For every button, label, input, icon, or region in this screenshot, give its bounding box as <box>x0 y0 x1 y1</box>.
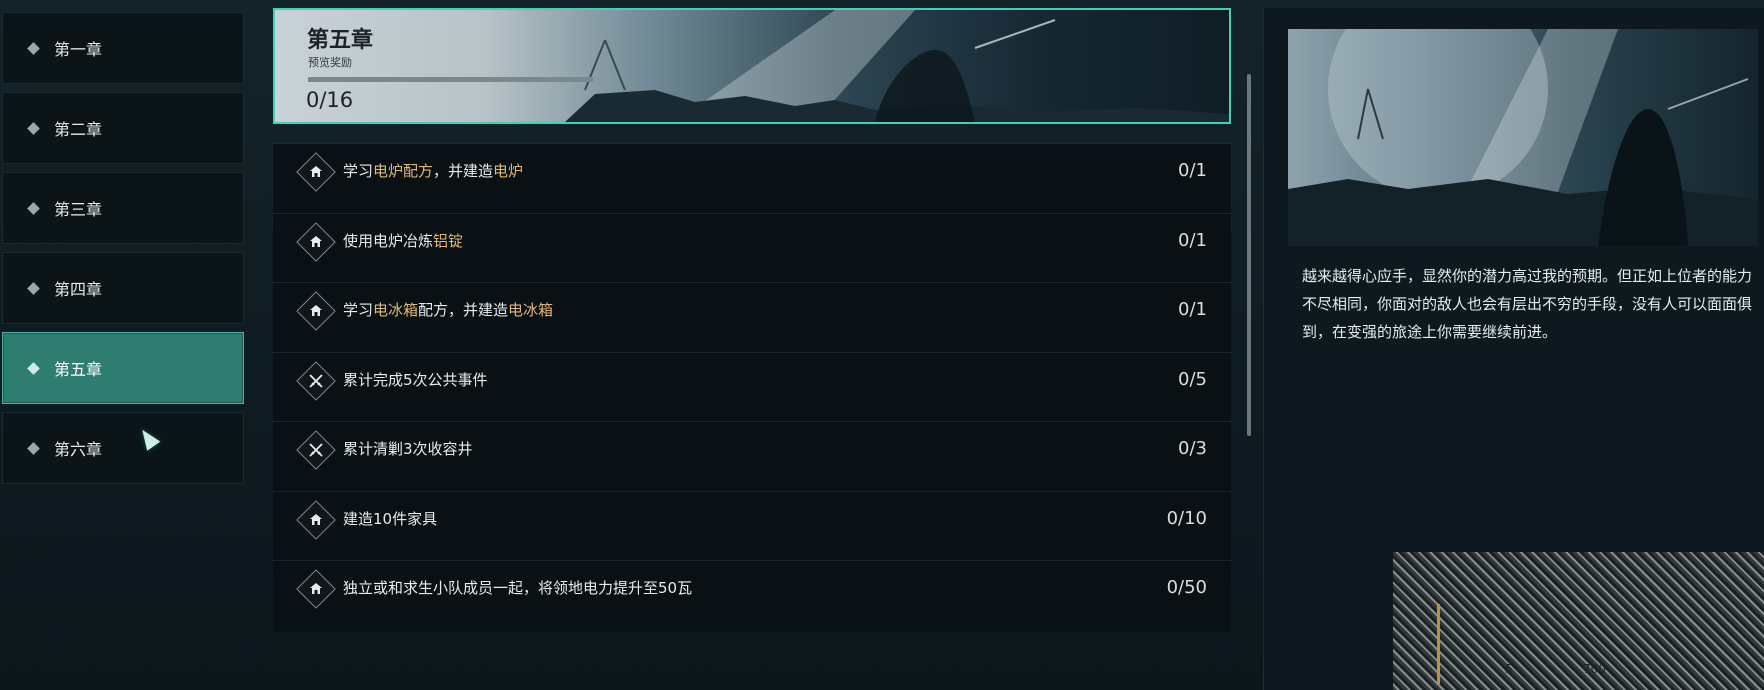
chapter-tab-3[interactable]: 第三章 <box>2 172 244 244</box>
chapter-label: 第一章 <box>54 40 103 59</box>
chapter-tab-5[interactable]: 第五章 <box>2 332 244 404</box>
chapter-illustration <box>1288 29 1758 246</box>
chapter-progress-bar <box>308 77 593 82</box>
chapter-tab-6[interactable]: 第六章 <box>2 412 244 484</box>
chapter-progress-count: 0/16 <box>306 88 354 112</box>
task-label: 独立或和求生小队成员一起，将领地电力提升至50瓦 <box>343 577 692 598</box>
chapter-label: 第二章 <box>54 120 103 139</box>
diamond-icon <box>27 121 40 135</box>
task-label-text: 配方，并建造 <box>418 301 509 319</box>
illustration-art <box>1288 29 1758 246</box>
chapter-label: 第四章 <box>54 280 103 299</box>
task-label-text: 建造10件家具 <box>343 509 438 528</box>
banner-art <box>565 10 1229 122</box>
house-icon <box>296 499 336 540</box>
task-progress: 0/3 <box>1178 438 1207 459</box>
task-label-highlight: 电冰箱 <box>508 301 554 319</box>
task-label-text: 学习 <box>343 162 374 180</box>
task-progress: 0/10 <box>1166 507 1207 529</box>
chapter-banner[interactable]: 第五章 预览奖励 0/16 <box>273 8 1231 124</box>
crossed-swords-icon <box>296 430 336 470</box>
diamond-icon <box>27 41 40 55</box>
task-row[interactable]: 学习电冰箱配方，并建造电冰箱 0/1 <box>273 282 1231 354</box>
preview-rewards-label: 预览奖励 <box>308 56 352 69</box>
chapter-label: 第五章 <box>54 360 103 379</box>
task-label-highlight: 电冰箱 <box>373 301 419 319</box>
task-label: 建造10件家具 <box>343 508 437 529</box>
chapter-story-text: 越来越得心应手，显然你的潜力高过我的预期。但正如上位者的能力不尽相同，你面对的敌… <box>1302 267 1753 341</box>
diamond-icon <box>27 281 40 295</box>
task-row[interactable]: 建造10件家具 0/10 <box>273 490 1231 563</box>
overlay-marker <box>1437 604 1440 684</box>
diamond-icon <box>27 201 40 215</box>
task-row[interactable]: 使用电炉冶炼铝锭 0/1 <box>273 212 1231 285</box>
chapter-tab-4[interactable]: 第四章 <box>2 252 244 324</box>
crossed-swords-icon <box>296 360 336 401</box>
task-label-text: 学习 <box>343 301 374 319</box>
task-progress: 0/50 <box>1166 577 1207 598</box>
task-row[interactable]: 累计完成5次公共事件 0/5 <box>273 351 1231 424</box>
overlay-number-right: 700 <box>1583 662 1606 676</box>
house-icon <box>296 569 336 609</box>
diamond-icon <box>27 441 40 455</box>
task-list-scrollbar[interactable] <box>1247 74 1251 436</box>
task-label-text: 使用电炉冶炼 <box>343 231 434 250</box>
task-label-highlight: 电炉 <box>493 162 524 180</box>
house-icon <box>296 152 336 192</box>
overlay-number-left: 5 <box>1505 662 1513 676</box>
task-label-text: ，并建造 <box>433 162 494 180</box>
task-label: 累计清剿3次收容井 <box>343 438 473 459</box>
task-row[interactable]: 独立或和求生小队成员一起，将领地电力提升至50瓦 0/50 <box>273 560 1231 632</box>
task-progress: 0/5 <box>1178 368 1207 390</box>
task-label: 学习电冰箱配方，并建造电冰箱 <box>343 299 553 320</box>
task-row[interactable]: 学习电炉配方，并建造电炉 0/1 <box>273 143 1231 215</box>
task-label-text: 累计完成5次公共事件 <box>343 370 488 389</box>
house-icon <box>296 291 336 331</box>
task-label-highlight: 电炉配方 <box>373 162 434 180</box>
censored-overlay: 5 700 <box>1393 552 1764 690</box>
chapter-title: 第五章 <box>307 28 374 53</box>
chapter-label: 第六章 <box>54 440 103 459</box>
chapter-tab-2[interactable]: 第二章 <box>2 92 244 164</box>
task-progress: 0/1 <box>1178 299 1207 320</box>
house-icon <box>296 221 336 262</box>
task-label-text: 独立或和求生小队成员一起，将领地电力提升至50瓦 <box>343 579 693 597</box>
task-progress: 0/1 <box>1178 229 1207 251</box>
chapter-tab-1[interactable]: 第一章 <box>2 12 244 84</box>
task-row[interactable]: 累计清剿3次收容井 0/3 <box>273 421 1231 493</box>
chapter-label: 第三章 <box>54 200 103 219</box>
task-label-text: 累计清剿3次收容井 <box>343 440 473 458</box>
task-label: 累计完成5次公共事件 <box>343 369 488 390</box>
task-label-highlight: 铝锭 <box>433 231 464 250</box>
diamond-icon <box>27 361 40 375</box>
task-label: 使用电炉冶炼铝锭 <box>343 230 463 251</box>
task-progress: 0/1 <box>1178 160 1207 181</box>
task-label: 学习电炉配方，并建造电炉 <box>343 160 523 181</box>
